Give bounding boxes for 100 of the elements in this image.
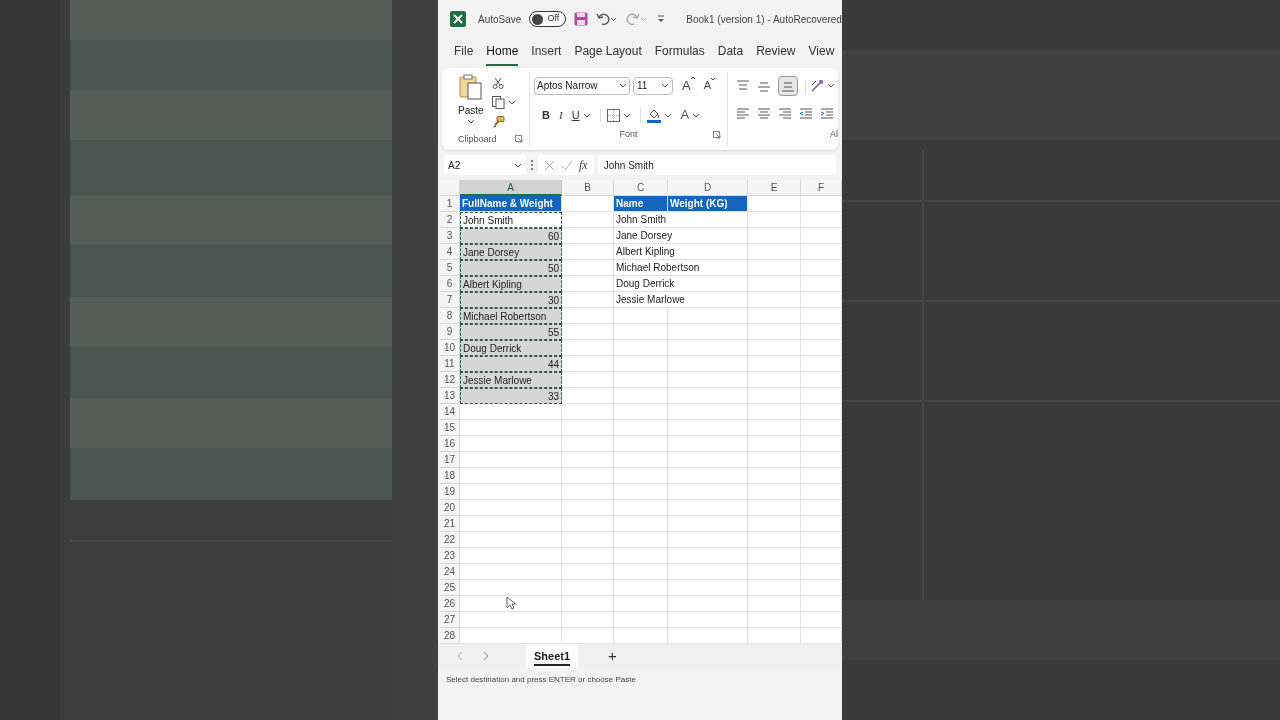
table-cell[interactable]: 44 xyxy=(460,356,562,372)
table-cell[interactable] xyxy=(614,452,668,468)
table-cell[interactable] xyxy=(748,420,801,436)
table-cell[interactable] xyxy=(562,228,614,244)
table-cell[interactable] xyxy=(562,292,614,308)
table-cell[interactable] xyxy=(562,340,614,356)
increase-indent-icon[interactable] xyxy=(820,107,834,121)
caret-icon[interactable] xyxy=(692,111,701,119)
table-cell[interactable] xyxy=(562,276,614,292)
table-cell[interactable] xyxy=(668,548,748,564)
paste-button[interactable]: Paste xyxy=(458,74,484,133)
table-cell[interactable] xyxy=(668,308,748,324)
row-header[interactable]: 8 xyxy=(440,308,460,324)
table-cell[interactable] xyxy=(748,372,801,388)
table-cell[interactable] xyxy=(460,468,562,484)
ribbon-tab[interactable]: Home xyxy=(486,42,519,66)
table-cell[interactable] xyxy=(668,500,748,516)
grow-font-button[interactable]: A xyxy=(682,75,695,96)
shrink-font-button[interactable]: A xyxy=(703,77,715,94)
caret-icon[interactable] xyxy=(582,111,591,119)
ribbon-tab[interactable]: Formulas xyxy=(654,42,705,66)
table-cell[interactable] xyxy=(668,596,748,612)
ribbon-tab[interactable]: View xyxy=(808,42,835,66)
table-cell[interactable] xyxy=(668,580,748,596)
font-color-button[interactable]: A xyxy=(680,105,690,125)
table-cell[interactable] xyxy=(562,308,614,324)
align-top-icon[interactable] xyxy=(736,78,750,93)
table-cell[interactable]: Albert Kipling xyxy=(614,244,748,260)
table-cell[interactable] xyxy=(668,532,748,548)
table-cell[interactable]: Jane Dorsey xyxy=(460,244,562,260)
table-cell[interactable] xyxy=(562,500,614,516)
align-bottom-button[interactable] xyxy=(778,75,798,96)
table-cell[interactable] xyxy=(562,420,614,436)
caret-icon[interactable] xyxy=(663,111,672,119)
check-icon[interactable] xyxy=(561,159,573,171)
ribbon-tab[interactable]: File xyxy=(454,42,474,66)
table-cell[interactable] xyxy=(460,500,562,516)
table-cell[interactable] xyxy=(562,532,614,548)
table-cell[interactable] xyxy=(614,612,668,628)
table-cell[interactable] xyxy=(460,580,562,596)
table-cell[interactable] xyxy=(748,516,801,532)
table-cell[interactable] xyxy=(748,340,801,356)
formula-field[interactable]: John Smith xyxy=(597,155,836,175)
table-cell[interactable] xyxy=(614,548,668,564)
table-cell[interactable] xyxy=(748,228,801,244)
table-cell[interactable]: 30 xyxy=(460,292,562,308)
table-cell[interactable] xyxy=(562,260,614,276)
table-cell[interactable] xyxy=(668,404,748,420)
column-header[interactable]: E xyxy=(748,180,801,196)
table-cell[interactable]: Weight (KG) xyxy=(668,196,748,212)
bold-button[interactable]: B xyxy=(542,106,550,124)
table-cell[interactable] xyxy=(562,452,614,468)
table-cell[interactable] xyxy=(562,244,614,260)
caret-icon[interactable] xyxy=(507,99,516,106)
table-cell[interactable] xyxy=(748,548,801,564)
next-sheet-icon[interactable] xyxy=(482,651,490,661)
table-cell[interactable] xyxy=(460,484,562,500)
table-cell[interactable] xyxy=(748,468,801,484)
row-header[interactable]: 16 xyxy=(440,436,460,452)
table-cell[interactable] xyxy=(614,340,668,356)
table-cell[interactable]: Doug Derrick xyxy=(614,276,748,292)
table-cell[interactable] xyxy=(668,452,748,468)
row-header[interactable]: 10 xyxy=(440,340,460,356)
undo-icon[interactable] xyxy=(596,12,619,26)
row-header[interactable]: 27 xyxy=(440,612,460,628)
table-cell[interactable] xyxy=(668,356,748,372)
table-cell[interactable] xyxy=(460,420,562,436)
table-cell[interactable] xyxy=(614,308,668,324)
table-cell[interactable] xyxy=(614,404,668,420)
table-cell[interactable] xyxy=(562,564,614,580)
table-cell[interactable] xyxy=(748,500,801,516)
table-cell[interactable] xyxy=(668,612,748,628)
row-header[interactable]: 19 xyxy=(440,484,460,500)
table-cell[interactable] xyxy=(748,452,801,468)
table-cell[interactable] xyxy=(562,356,614,372)
row-header[interactable]: 25 xyxy=(440,580,460,596)
caret-icon[interactable] xyxy=(622,111,631,119)
table-cell[interactable] xyxy=(748,324,801,340)
customize-icon[interactable] xyxy=(656,14,667,24)
row-header[interactable]: 26 xyxy=(440,596,460,612)
font-name-dropdown[interactable]: Aptos Narrow xyxy=(534,76,630,95)
table-cell[interactable] xyxy=(748,612,801,628)
table-cell[interactable] xyxy=(668,420,748,436)
row-header[interactable]: 13 xyxy=(440,388,460,404)
table-cell[interactable] xyxy=(614,596,668,612)
table-cell[interactable]: John Smith xyxy=(614,212,748,228)
table-cell[interactable] xyxy=(460,532,562,548)
scissors-icon[interactable] xyxy=(491,77,504,89)
table-cell[interactable] xyxy=(748,532,801,548)
row-header[interactable]: 24 xyxy=(440,564,460,580)
table-cell[interactable] xyxy=(460,564,562,580)
table-cell[interactable] xyxy=(562,388,614,404)
row-header[interactable]: 6 xyxy=(440,276,460,292)
row-header[interactable]: 12 xyxy=(440,372,460,388)
row-header[interactable]: 1 xyxy=(440,196,460,212)
table-cell[interactable] xyxy=(460,436,562,452)
table-cell[interactable] xyxy=(668,324,748,340)
dialog-launcher-icon[interactable] xyxy=(515,135,523,144)
table-cell[interactable]: FullName & Weight xyxy=(460,196,562,212)
save-icon[interactable] xyxy=(574,12,589,26)
